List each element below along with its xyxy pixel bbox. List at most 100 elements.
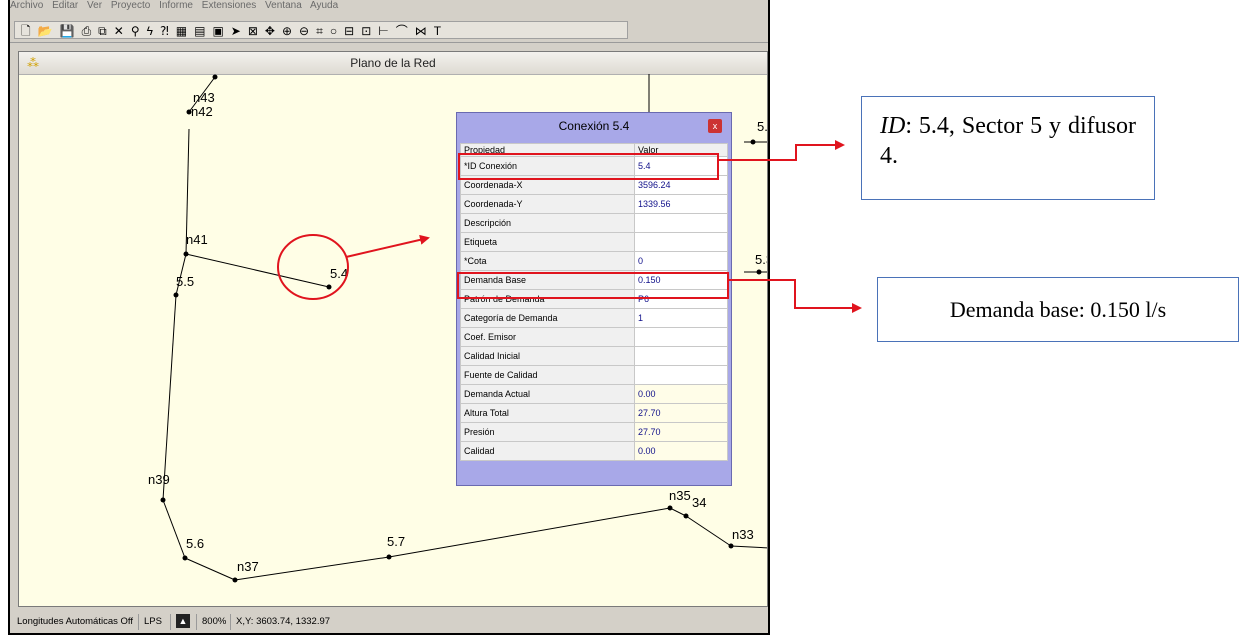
label-5-36: 5.36 xyxy=(755,252,768,267)
property-value[interactable] xyxy=(634,327,728,347)
property-value[interactable]: 27.70 xyxy=(634,403,728,423)
pipe[interactable] xyxy=(388,507,671,558)
delete-icon[interactable]: ✕ xyxy=(114,24,125,38)
junction-n37[interactable] xyxy=(232,577,238,583)
property-value[interactable]: 27.70 xyxy=(634,422,728,442)
pipe[interactable] xyxy=(162,294,177,501)
junction-n43[interactable] xyxy=(212,74,218,80)
property-value[interactable] xyxy=(634,365,728,385)
property-row[interactable]: Categoría de Demanda 1 xyxy=(460,308,728,328)
property-row[interactable]: Fuente de Calidad xyxy=(460,365,728,385)
property-row[interactable]: Altura Total 27.70 xyxy=(460,403,728,423)
menu-extensiones[interactable]: Extensiones xyxy=(202,0,256,11)
label-n41: n41 xyxy=(186,232,208,247)
property-value[interactable]: 0.00 xyxy=(634,384,728,404)
menu-ver[interactable]: Ver xyxy=(87,0,102,11)
junction-5-6[interactable] xyxy=(182,555,188,561)
demanda-annotation-box: Demanda base: 0.150 l/s xyxy=(877,277,1239,342)
save-icon[interactable]: 💾 xyxy=(60,24,76,38)
label-5-4: 5.4 xyxy=(330,266,348,281)
new-file-icon[interactable]: 🗋 xyxy=(21,24,32,38)
property-row[interactable]: Coordenada-Y 1339.56 xyxy=(460,194,728,214)
zoom-in-icon[interactable]: ⊕ xyxy=(282,24,293,38)
label-5-5: 5.5 xyxy=(176,274,194,289)
copy-icon[interactable]: ⧉ xyxy=(98,24,108,38)
map-title-bar: ⁂ Plano de la Red xyxy=(19,52,767,75)
valve-icon[interactable]: ⋈ xyxy=(415,24,428,38)
property-value[interactable] xyxy=(634,213,728,233)
options-icon[interactable]: ▣ xyxy=(212,24,224,38)
text-icon[interactable]: T xyxy=(434,24,442,38)
property-value[interactable]: 1 xyxy=(634,308,728,328)
pan-icon[interactable]: ✥ xyxy=(265,24,276,38)
property-name: Demanda Actual xyxy=(460,384,635,404)
label-n39: n39 xyxy=(148,472,170,487)
property-row[interactable]: Demanda Actual 0.00 xyxy=(460,384,728,404)
label-n37: n37 xyxy=(237,559,259,574)
pipe[interactable] xyxy=(669,507,687,517)
junction-n35[interactable] xyxy=(667,505,673,511)
menu-archivo[interactable]: Archivo xyxy=(10,0,43,11)
junction-n41[interactable] xyxy=(183,251,189,257)
property-name: Altura Total xyxy=(460,403,635,423)
full-extent-icon[interactable]: ⌗ xyxy=(316,24,324,38)
junction-5-3[interactable] xyxy=(750,139,756,145)
junction-5-5[interactable] xyxy=(173,292,179,298)
junction-n39[interactable] xyxy=(160,497,166,503)
property-row[interactable]: Etiqueta xyxy=(460,232,728,252)
close-icon[interactable]: x xyxy=(708,119,722,133)
junction-n34[interactable] xyxy=(683,513,689,519)
status-coordinates: X,Y: 3603.74, 1332.97 xyxy=(230,614,330,630)
status-auto-length[interactable]: Longitudes Automáticas Off xyxy=(12,614,133,630)
pipe[interactable] xyxy=(730,545,768,549)
property-row[interactable]: Presión 27.70 xyxy=(460,422,728,442)
property-name: Presión xyxy=(460,422,635,442)
property-value[interactable]: 1339.56 xyxy=(634,194,728,214)
label-n33: n33 xyxy=(732,527,754,542)
select-region-icon[interactable]: ⊠ xyxy=(248,24,259,38)
label-n35: n35 xyxy=(669,488,691,503)
property-row[interactable]: Calidad Inicial xyxy=(460,346,728,366)
menu-ventana[interactable]: Ventana xyxy=(265,0,302,11)
print-icon[interactable]: ⎙ xyxy=(82,24,93,38)
graph-icon[interactable]: ▦ xyxy=(176,24,188,38)
open-folder-icon[interactable]: 📂 xyxy=(38,24,54,38)
select-pointer-icon[interactable]: ➤ xyxy=(231,24,242,38)
property-name: Categoría de Demanda xyxy=(460,308,635,328)
menu-proyecto[interactable]: Proyecto xyxy=(111,0,150,11)
property-name: *Cota xyxy=(460,251,635,271)
status-zoom: 800% xyxy=(196,614,226,630)
reservoir-icon[interactable]: ⊟ xyxy=(344,24,355,38)
menu-editar[interactable]: Editar xyxy=(52,0,78,11)
zoom-out-icon[interactable]: ⊖ xyxy=(299,24,310,38)
pipe[interactable] xyxy=(184,557,236,581)
menu-informe[interactable]: Informe xyxy=(159,0,193,11)
property-name: Fuente de Calidad xyxy=(460,365,635,385)
property-value[interactable]: 0.00 xyxy=(634,441,728,461)
junction-n33[interactable] xyxy=(728,543,734,549)
property-name: Coordenada-Y xyxy=(460,194,635,214)
junction-5-7[interactable] xyxy=(386,554,392,560)
property-value[interactable] xyxy=(634,346,728,366)
tank-icon[interactable]: ⊡ xyxy=(361,24,372,38)
pipe[interactable] xyxy=(162,499,186,559)
property-row[interactable]: Calidad 0.00 xyxy=(460,441,728,461)
junction-5-36[interactable] xyxy=(756,269,762,275)
property-row[interactable]: Coef. Emisor xyxy=(460,327,728,347)
pipe[interactable] xyxy=(685,515,732,547)
pump-icon[interactable]: ⌒ xyxy=(396,24,409,38)
find-icon[interactable]: ⚲ xyxy=(131,24,141,38)
property-row[interactable]: *Cota 0 xyxy=(460,251,728,271)
property-value[interactable]: 0 xyxy=(634,251,728,271)
junction-icon[interactable]: ○ xyxy=(330,24,338,38)
label-n42: n42 xyxy=(191,104,213,119)
run-icon[interactable]: ϟ xyxy=(147,24,154,38)
property-value[interactable] xyxy=(634,232,728,252)
query-icon[interactable]: ⁈ xyxy=(160,24,170,38)
pipe-icon[interactable]: ⊢ xyxy=(378,24,389,38)
property-row[interactable]: Descripción xyxy=(460,213,728,233)
table-icon[interactable]: ▤ xyxy=(194,24,206,38)
menu-ayuda[interactable]: Ayuda xyxy=(310,0,338,11)
pipe[interactable] xyxy=(185,253,330,288)
junction-5-4[interactable] xyxy=(326,284,332,290)
